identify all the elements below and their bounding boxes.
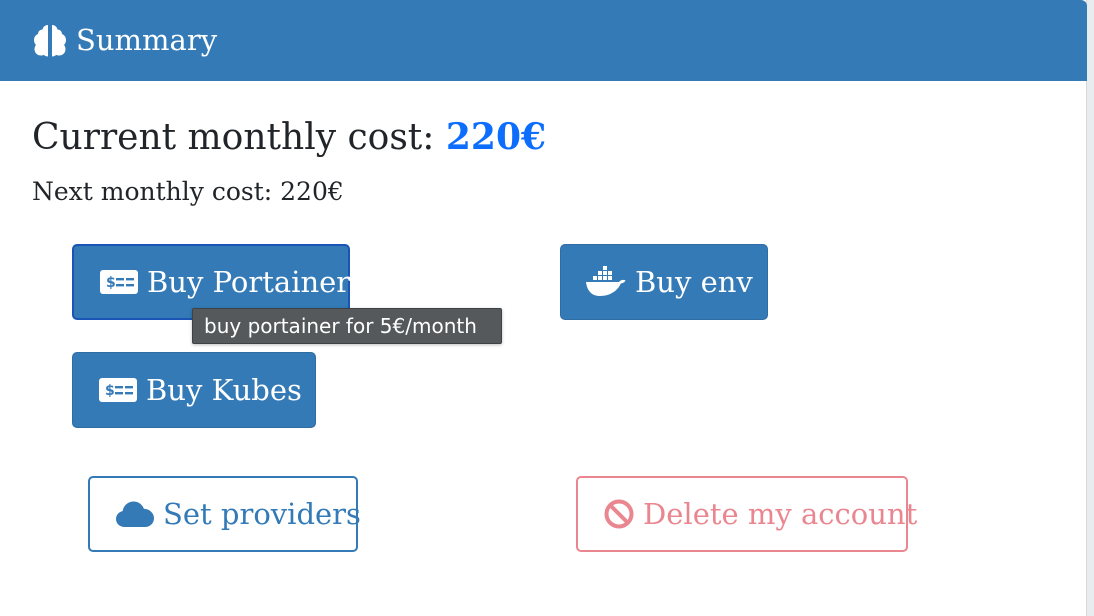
ban-icon: [604, 499, 634, 529]
buy-env-label: Buy env: [635, 265, 753, 299]
current-cost-label: Current monthly cost:: [32, 117, 446, 158]
svg-text:$: $: [105, 383, 115, 399]
buy-portainer-label: Buy Portainer: [147, 265, 351, 299]
docker-icon: [586, 266, 626, 296]
card-title: Summary: [76, 23, 218, 57]
svg-text:$: $: [106, 275, 116, 291]
buy-env-button[interactable]: Buy env: [560, 244, 768, 320]
delete-account-label: Delete my account: [643, 497, 918, 531]
money-bill-icon: $: [99, 378, 137, 402]
summary-card: Summary Current monthly cost: 220€ Next …: [0, 0, 1087, 616]
next-monthly-cost: Next monthly cost: 220€: [32, 177, 344, 206]
delete-account-button[interactable]: Delete my account: [576, 476, 917, 552]
buy-kubes-button[interactable]: $ Buy Kubes: [72, 352, 316, 428]
set-providers-button[interactable]: Set providers: [88, 476, 361, 552]
money-bill-icon: $: [100, 270, 138, 294]
current-cost-amount: 220€: [445, 116, 547, 158]
cloud-icon: [116, 501, 154, 527]
current-monthly-cost: Current monthly cost: 220€: [32, 114, 546, 161]
set-providers-label: Set providers: [163, 497, 361, 531]
window-edge: [1087, 0, 1094, 616]
buy-portainer-tooltip: buy portainer for 5€/month: [192, 308, 502, 344]
card-header: Summary: [0, 0, 1087, 81]
brain-icon: [34, 25, 66, 57]
buy-kubes-label: Buy Kubes: [146, 373, 302, 407]
